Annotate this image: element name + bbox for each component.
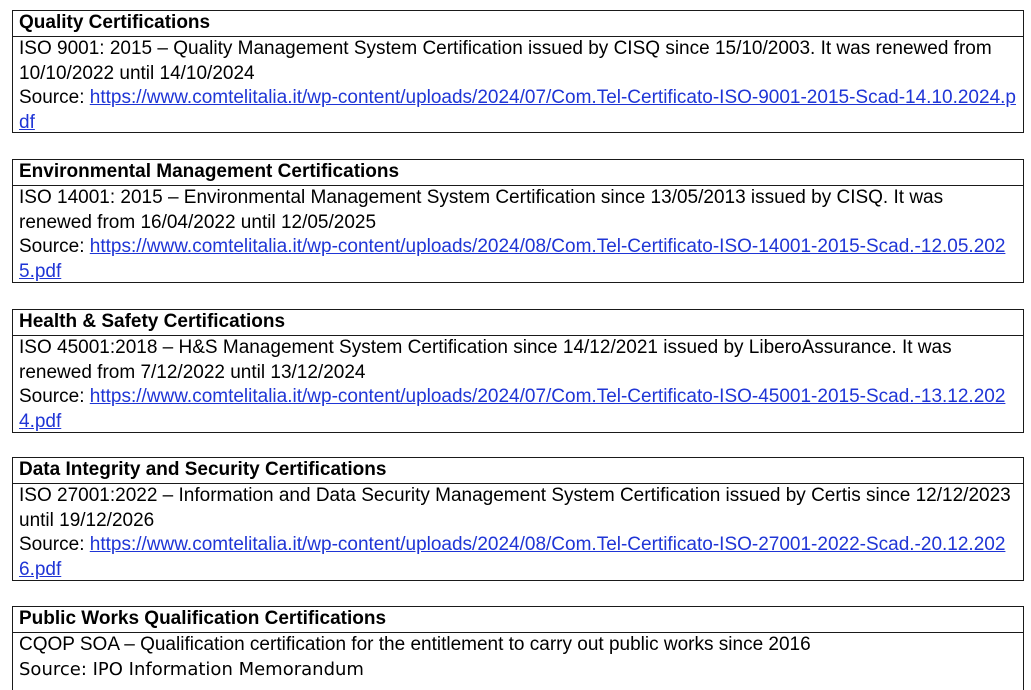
section-title: Environmental Management Certifications bbox=[13, 160, 1023, 186]
source-link[interactable]: https://www.comtelitalia.it/wp-content/u… bbox=[19, 236, 1005, 282]
section-description: ISO 14001: 2015 – Environmental Manageme… bbox=[19, 187, 944, 233]
section-body: ISO 14001: 2015 – Environmental Manageme… bbox=[13, 186, 1023, 284]
section-title: Health & Safety Certifications bbox=[13, 310, 1023, 336]
section-body: CQOP SOA – Qualification certification f… bbox=[13, 633, 1023, 682]
source-link[interactable]: https://www.comtelitalia.it/wp-content/u… bbox=[19, 386, 1005, 432]
section-description: CQOP SOA – Qualification certification f… bbox=[19, 634, 811, 655]
source-link[interactable]: https://www.comtelitalia.it/wp-content/u… bbox=[19, 534, 1005, 580]
source-line: Source: https://www.comtelitalia.it/wp-c… bbox=[19, 385, 1017, 434]
quality-certifications-section: Quality Certifications ISO 9001: 2015 – … bbox=[12, 10, 1024, 133]
source-line: Source: https://www.comtelitalia.it/wp-c… bbox=[19, 533, 1017, 582]
data-security-certifications-section: Data Integrity and Security Certificatio… bbox=[12, 457, 1024, 581]
public-works-certifications-section: Public Works Qualification Certification… bbox=[12, 606, 1024, 690]
source-label: Source: bbox=[19, 386, 90, 407]
source-label: Source: bbox=[19, 534, 90, 555]
section-title: Data Integrity and Security Certificatio… bbox=[13, 458, 1023, 484]
source-line: Source: https://www.comtelitalia.it/wp-c… bbox=[19, 235, 1017, 284]
source-line: Source: https://www.comtelitalia.it/wp-c… bbox=[19, 86, 1017, 135]
health-safety-certifications-section: Health & Safety Certifications ISO 45001… bbox=[12, 309, 1024, 433]
source-link[interactable]: https://www.comtelitalia.it/wp-content/u… bbox=[19, 87, 1016, 133]
section-body: ISO 27001:2022 – Information and Data Se… bbox=[13, 484, 1023, 582]
section-body: ISO 9001: 2015 – Quality Management Syst… bbox=[13, 37, 1023, 135]
source-text: Source: IPO Information Memorandum bbox=[19, 658, 364, 680]
section-description: ISO 27001:2022 – Information and Data Se… bbox=[19, 485, 1011, 531]
section-description: ISO 45001:2018 – H&S Management System C… bbox=[19, 337, 952, 383]
source-label: Source: bbox=[19, 236, 90, 257]
source-label: Source: bbox=[19, 87, 90, 108]
section-body: ISO 45001:2018 – H&S Management System C… bbox=[13, 336, 1023, 434]
section-title: Public Works Qualification Certification… bbox=[13, 607, 1023, 633]
environmental-certifications-section: Environmental Management Certifications … bbox=[12, 159, 1024, 283]
section-description: ISO 9001: 2015 – Quality Management Syst… bbox=[19, 38, 992, 84]
section-title: Quality Certifications bbox=[13, 11, 1023, 37]
